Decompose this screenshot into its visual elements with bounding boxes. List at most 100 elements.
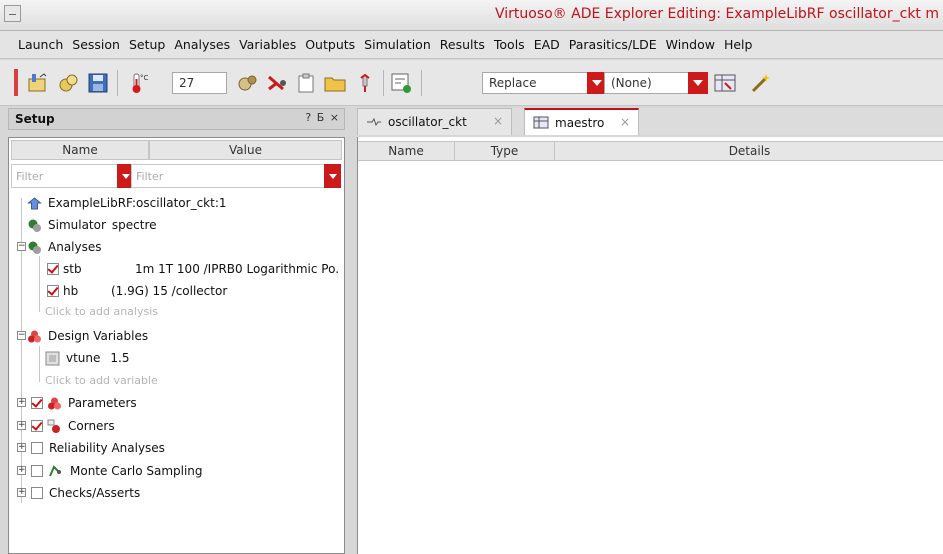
analysis-stb-checkbox[interactable] xyxy=(47,263,59,275)
menu-bar: Launch Session Setup Analyses Variables … xyxy=(0,31,943,59)
netlist-icon[interactable] xyxy=(388,70,414,96)
title-bar: Virtuoso® ADE Explorer Editing: ExampleL… xyxy=(0,0,943,31)
tree-item-monte-carlo[interactable]: Monte Carlo Sampling xyxy=(31,461,203,481)
schematic-icon xyxy=(367,117,381,127)
checks-expand-toggle[interactable]: + xyxy=(17,488,26,497)
corners-icon xyxy=(47,419,60,433)
probe-icon[interactable] xyxy=(352,70,378,96)
menu-session[interactable]: Session xyxy=(72,37,120,52)
temperature-icon: °C xyxy=(124,70,150,96)
setup-tree: Name Value Filter Filter ExampleLibRF:os… xyxy=(8,137,345,554)
chevron-down-icon[interactable] xyxy=(688,72,708,94)
new-setup-icon[interactable] xyxy=(25,70,51,96)
column-header-name[interactable]: Name xyxy=(11,140,149,160)
monte-carlo-expand-toggle[interactable]: + xyxy=(17,466,26,475)
toolbar-grip[interactable] xyxy=(14,69,18,96)
name-filter[interactable]: Filter xyxy=(11,164,134,188)
column-header-name[interactable]: Name xyxy=(358,142,455,160)
toolbar: °C 27 Replace (None) xyxy=(0,60,943,106)
reliability-expand-toggle[interactable]: + xyxy=(17,443,26,452)
mode-select[interactable]: Replace xyxy=(482,72,607,94)
outputs-table: Name Type Details xyxy=(357,137,943,554)
menu-outputs[interactable]: Outputs xyxy=(305,37,355,52)
menu-ead[interactable]: EAD xyxy=(534,37,560,52)
menu-tools[interactable]: Tools xyxy=(494,37,525,52)
maestro-icon xyxy=(533,116,549,129)
menu-results[interactable]: Results xyxy=(440,37,485,52)
corners-expand-toggle[interactable]: + xyxy=(17,421,26,430)
monte-carlo-checkbox[interactable] xyxy=(31,465,43,477)
tab-maestro[interactable]: maestro × xyxy=(524,108,639,135)
tab-oscillator-ckt[interactable]: oscillator_ckt × xyxy=(357,108,512,135)
name-filter-placeholder: Filter xyxy=(16,170,44,183)
design-variables-icon xyxy=(28,330,41,342)
column-header-details[interactable]: Details xyxy=(555,142,943,160)
folder-icon[interactable] xyxy=(322,70,348,96)
analyses-collapse-toggle[interactable]: − xyxy=(17,242,26,251)
tree-item-design-variables[interactable]: Design Variables xyxy=(27,326,148,346)
filter-dropdown-icon[interactable] xyxy=(324,164,341,188)
analysis-row-hb[interactable]: hb (1.9G) 15 /collector xyxy=(47,281,344,301)
menu-analyses[interactable]: Analyses xyxy=(174,37,230,52)
design-variables-collapse-toggle[interactable]: − xyxy=(17,331,26,340)
tree-item-parameters[interactable]: Parameters xyxy=(31,393,137,413)
menu-parasitics-lde[interactable]: Parasitics/LDE xyxy=(569,37,657,52)
svg-text:°C: °C xyxy=(140,74,149,82)
mode-select-value: Replace xyxy=(489,76,537,90)
menu-simulation[interactable]: Simulation xyxy=(364,37,431,52)
variable-icon xyxy=(45,351,60,365)
analysis-hb-value: (1.9G) 15 /collector xyxy=(111,284,228,298)
corners-checkbox[interactable] xyxy=(31,420,43,432)
window-title: Virtuoso® ADE Explorer Editing: ExampleL… xyxy=(494,6,939,22)
outputs-table-header: Name Type Details xyxy=(358,141,943,161)
add-analysis-hint[interactable]: Click to add analysis xyxy=(45,301,158,321)
monte-carlo-icon xyxy=(49,464,61,476)
parameters-checkbox[interactable] xyxy=(31,397,43,409)
temperature-input[interactable]: 27 xyxy=(172,72,227,94)
variables-icon[interactable] xyxy=(235,70,261,96)
menu-help[interactable]: Help xyxy=(724,37,753,52)
value-filter-placeholder: Filter xyxy=(136,170,164,183)
tree-item-checks-asserts[interactable]: Checks/Asserts xyxy=(31,483,140,503)
remove-icon[interactable] xyxy=(264,70,290,96)
simulator-icon xyxy=(28,219,41,232)
wizard-icon[interactable] xyxy=(748,70,774,96)
editor-tab-bar: oscillator_ckt × maestro × xyxy=(357,108,943,135)
analysis-row-stb[interactable]: stb 1m 1T 100 /IPRB0 Logarithmic Po. xyxy=(47,259,344,279)
tree-item-corners[interactable]: Corners xyxy=(31,416,115,436)
setup-panel-header: Setup ? Б × xyxy=(8,108,345,130)
table-icon[interactable] xyxy=(712,70,738,96)
tree-item-cellview[interactable]: ExampleLibRF:oscillator_ckt:1 xyxy=(27,193,227,213)
open-icon[interactable] xyxy=(55,70,81,96)
menu-window[interactable]: Window xyxy=(666,37,715,52)
variable-vtune-value: 1.5 xyxy=(110,351,130,365)
cellview-icon xyxy=(27,196,42,209)
analyses-icon xyxy=(28,241,41,254)
setup-panel-title: Setup xyxy=(15,112,55,126)
corner-select[interactable]: (None) xyxy=(604,72,708,94)
add-variable-hint[interactable]: Click to add variable xyxy=(45,370,158,390)
menu-variables[interactable]: Variables xyxy=(239,37,296,52)
analysis-stb-value: 1m 1T 100 /IPRB0 Logarithmic Po. xyxy=(135,262,340,276)
window-menu-button[interactable] xyxy=(4,5,21,22)
parameters-icon xyxy=(48,397,61,409)
reliability-checkbox[interactable] xyxy=(31,442,43,454)
tree-item-simulator[interactable]: Simulator spectre xyxy=(27,215,157,235)
column-header-type[interactable]: Type xyxy=(455,142,555,160)
parameters-expand-toggle[interactable]: + xyxy=(17,398,26,407)
menu-setup[interactable]: Setup xyxy=(129,37,165,52)
analysis-hb-checkbox[interactable] xyxy=(47,285,59,297)
clipboard-icon[interactable] xyxy=(293,70,319,96)
column-header-value[interactable]: Value xyxy=(149,140,342,160)
tree-item-analyses[interactable]: Analyses xyxy=(27,237,102,257)
panel-controls[interactable]: ? Б × xyxy=(305,111,340,124)
save-icon[interactable] xyxy=(85,70,111,96)
checks-asserts-checkbox[interactable] xyxy=(31,487,43,499)
tree-item-reliability[interactable]: Reliability Analyses xyxy=(31,438,165,458)
close-icon[interactable]: × xyxy=(620,115,630,129)
corner-select-value: (None) xyxy=(611,76,652,90)
variable-row-vtune[interactable]: vtune 1.5 xyxy=(45,348,343,368)
menu-launch[interactable]: Launch xyxy=(18,37,63,52)
value-filter[interactable]: Filter xyxy=(131,164,341,188)
close-icon[interactable]: × xyxy=(493,114,503,128)
